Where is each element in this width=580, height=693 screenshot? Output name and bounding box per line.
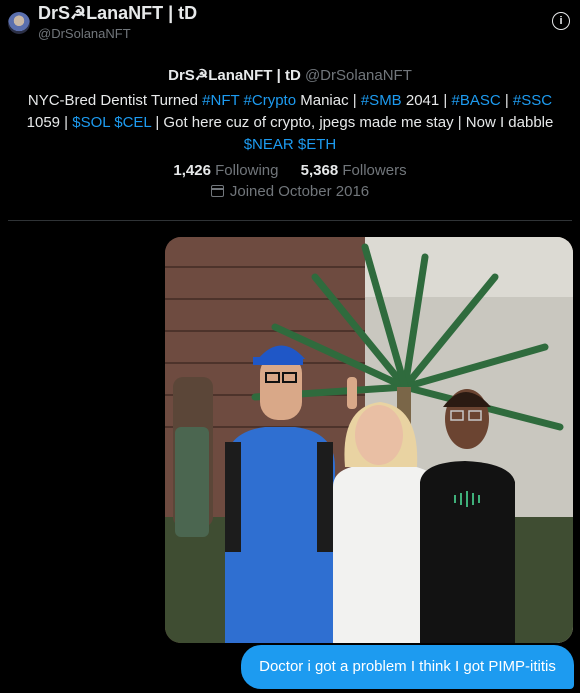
bio-hashtag-link[interactable]: #NFT xyxy=(202,92,239,109)
bio-hashtag-link[interactable]: $SOL xyxy=(72,114,110,131)
message-bubble[interactable]: Doctor i got a problem I think I got PIM… xyxy=(241,645,574,689)
profile-stats: 1,426 Following 5,368 Followers xyxy=(0,162,580,179)
calendar-icon xyxy=(210,185,224,197)
divider xyxy=(8,220,572,221)
followers-count: 5,368 xyxy=(300,162,339,179)
bio-text: 1059 | xyxy=(26,114,73,131)
conversation-header: DrS☭LanaNFT | tD @DrSolanaNFT i xyxy=(0,0,580,50)
header-handle: @DrSolanaNFT xyxy=(38,26,131,41)
bio-text: | Got here cuz of crypto, jpegs made me … xyxy=(151,114,554,131)
following-count: 1,426 xyxy=(173,162,211,179)
avatar[interactable] xyxy=(8,12,30,34)
photo-illustration xyxy=(165,237,573,643)
following-stat[interactable]: 1,426 Following xyxy=(173,162,278,179)
joined-label: Joined October 2016 xyxy=(229,183,370,200)
bio-hashtag-link[interactable]: #Crypto xyxy=(244,92,297,109)
profile-bio: NYC-Bred Dentist Turned #NFT #Crypto Man… xyxy=(20,90,560,156)
bio-text: 2041 | xyxy=(401,92,452,109)
info-icon[interactable]: i xyxy=(552,12,570,30)
bio-hashtag-link[interactable]: #SMB xyxy=(361,92,402,109)
profile-name-line: DrS☭LanaNFT | tD @DrSolanaNFT xyxy=(0,66,580,84)
bio-hashtag-link[interactable]: #BASC xyxy=(451,92,500,109)
bio-hashtag-link[interactable]: $ETH xyxy=(298,136,336,153)
joined-date: Joined October 2016 xyxy=(0,183,580,200)
shared-photo[interactable] xyxy=(165,237,573,643)
profile-summary: DrS☭LanaNFT | tD @DrSolanaNFT NYC-Bred D… xyxy=(0,66,580,200)
bio-hashtag-link[interactable]: $CEL xyxy=(114,114,151,131)
header-display-name[interactable]: DrS☭LanaNFT | tD xyxy=(38,3,197,24)
bio-hashtag-link[interactable]: #SSC xyxy=(513,92,552,109)
bio-text: NYC-Bred Dentist Turned xyxy=(27,92,203,109)
bio-text: | xyxy=(500,92,513,109)
followers-stat[interactable]: 5,368 Followers xyxy=(301,162,407,179)
profile-display-name[interactable]: DrS☭LanaNFT | tD xyxy=(168,67,301,84)
bio-hashtag-link[interactable]: $NEAR xyxy=(244,136,294,153)
followers-label: Followers xyxy=(342,162,407,179)
profile-handle: @DrSolanaNFT xyxy=(304,67,412,84)
following-label: Following xyxy=(215,162,279,179)
bio-text: Maniac | xyxy=(296,92,361,109)
